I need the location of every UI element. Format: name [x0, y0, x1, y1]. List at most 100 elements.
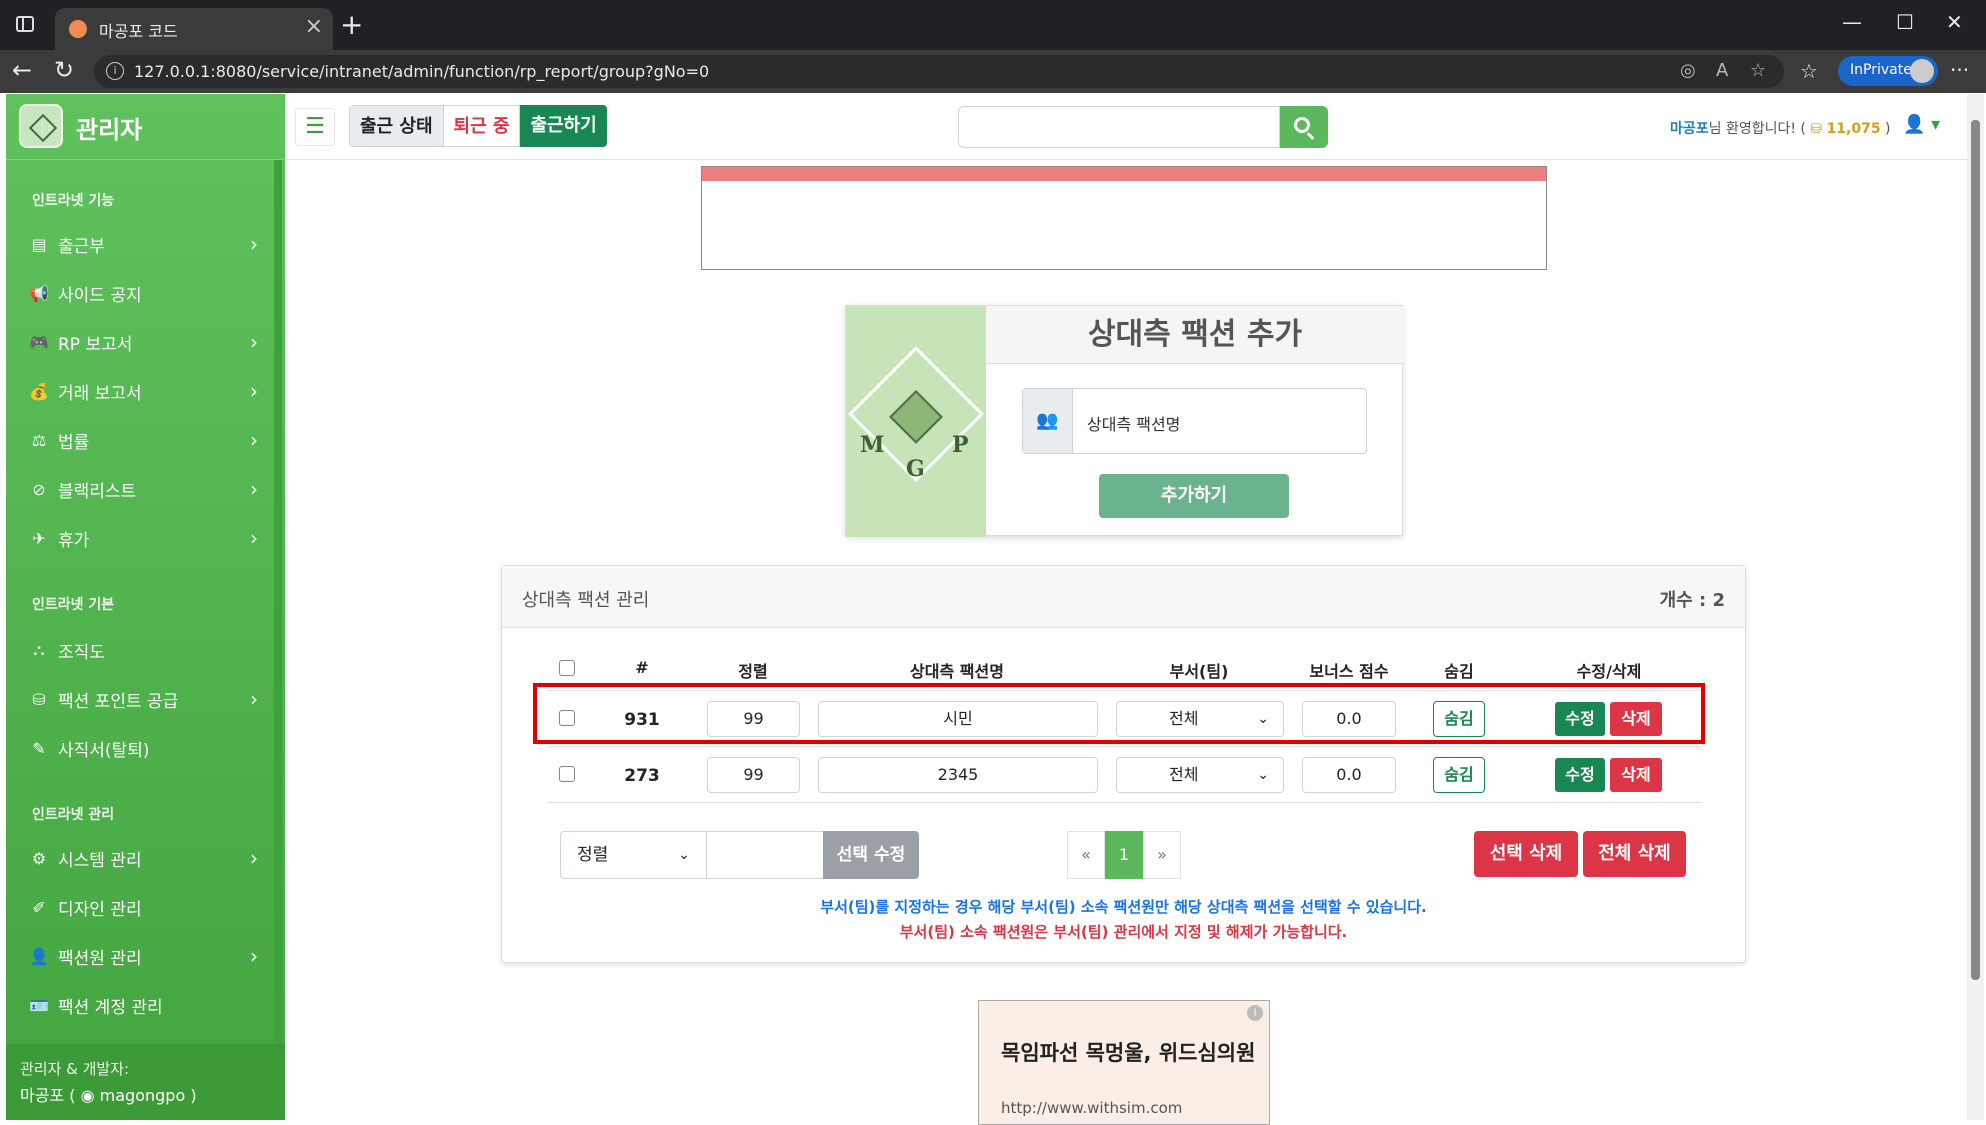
read-aloud-icon[interactable]: A [1716, 60, 1728, 81]
address-bar: ← ↻ i 127.0.0.1:8080/service/intranet/ad… [0, 50, 1986, 93]
sidebar-item-label: 디자인 관리 [58, 899, 142, 920]
welcome-username[interactable]: 마공포 [1670, 121, 1709, 137]
pagination-page-1[interactable]: 1 [1105, 831, 1143, 879]
sidebar-item-rp-report[interactable]: 🎮 RP 보고서 › [26, 322, 258, 362]
chevron-right-icon: › [250, 379, 258, 403]
search-button[interactable] [1280, 106, 1328, 148]
row-delete-button[interactable]: 삭제 [1610, 758, 1662, 792]
page-scrollbar-thumb[interactable] [1971, 120, 1980, 980]
sidebar-item-label: 블랙리스트 [58, 481, 137, 502]
row-edit-button[interactable]: 수정 [1555, 758, 1605, 792]
welcome-close-paren: ) [1885, 121, 1891, 137]
sidebar-item-side-notice[interactable]: 📢 사이드 공지 [26, 273, 258, 313]
sidebar-item-resignation[interactable]: ✎ 사직서(탈퇴) [26, 728, 258, 768]
sidebar-item-system-admin[interactable]: ⚙ 시스템 관리 › [26, 838, 258, 878]
site-info-icon[interactable]: i [106, 62, 124, 80]
pagination-prev[interactable]: « [1067, 831, 1105, 879]
ad-headline: 목임파선 목멍울, 위드심의원 [1001, 1041, 1256, 1065]
row-sort-input[interactable]: 99 [707, 757, 800, 793]
faction-name-field[interactable]: 👥 상대측 팩션명 [1022, 388, 1367, 454]
brand-title: 관리자 [76, 116, 143, 144]
sidebar-item-blacklist[interactable]: ⊘ 블랙리스트 › [26, 469, 258, 509]
new-tab-button[interactable]: + [340, 8, 363, 41]
brush-icon: ✐ [32, 897, 46, 917]
more-menu-icon[interactable]: ··· [1950, 58, 1969, 82]
sidebar-item-vacation[interactable]: ✈ 휴가 › [26, 518, 258, 558]
tracking-icon[interactable]: ◎ [1680, 60, 1696, 81]
chevron-down-icon: ⌄ [1257, 767, 1269, 783]
delete-all-button[interactable]: 전체 삭제 [1583, 831, 1686, 877]
checkin-button[interactable]: 출근하기 [520, 105, 607, 147]
sidebar-item-label: 팩션 포인트 공급 [58, 691, 179, 712]
sidebar-item-label: 조직도 [58, 642, 105, 663]
sidebar-item-attendance[interactable]: ▤ 출근부 › [26, 224, 258, 264]
welcome-text: 님 환영합니다! ( [1708, 121, 1806, 137]
users-icon: 👥 [1023, 389, 1073, 453]
sidebar-item-faction-points[interactable]: ⛁ 팩션 포인트 공급 › [26, 679, 258, 719]
sidebar-item-design-admin[interactable]: ✐ 디자인 관리 [26, 887, 258, 927]
chevron-down-icon: ⌄ [678, 847, 690, 863]
sidebar-item-account-admin[interactable]: 🪪 팩션 계정 관리 [26, 985, 258, 1025]
row-checkbox[interactable] [559, 766, 575, 782]
column-header-dept: 부서(팀) [1169, 662, 1229, 681]
points-value: 11,075 [1826, 121, 1881, 137]
sidebar-item-label: 팩션원 관리 [58, 948, 142, 969]
coins-icon: ⛁ [32, 689, 46, 709]
user-dropdown-icon[interactable]: 👤 ▾ [1903, 114, 1940, 135]
sidebar-item-member-admin[interactable]: 👤 팩션원 관리 › [26, 936, 258, 976]
tab-close-icon[interactable]: × [305, 14, 323, 39]
ad-url: http://www.withsim.com [1001, 1099, 1183, 1117]
row-dept-value: 전체 [1169, 765, 1199, 784]
bottom-ad-banner[interactable]: i 목임파선 목멍울, 위드심의원 http://www.withsim.com [978, 1000, 1270, 1125]
pagination-next[interactable]: » [1143, 831, 1181, 879]
favorite-star-icon[interactable]: ☆ [1750, 60, 1766, 81]
favorites-icon[interactable]: ☆ [1800, 59, 1818, 83]
bulk-sort-select[interactable]: 정렬 ⌄ [560, 831, 707, 879]
sidebar-item-label: 시스템 관리 [58, 850, 142, 871]
url-field[interactable]: i 127.0.0.1:8080/service/intranet/admin/… [94, 55, 1784, 88]
inprivate-badge[interactable]: InPrivate [1838, 56, 1938, 86]
sidebar-brand[interactable]: 관리자 [6, 94, 285, 160]
selected-edit-button[interactable]: 선택 수정 [823, 831, 919, 879]
select-all-checkbox[interactable] [559, 660, 575, 676]
favicon-icon [69, 20, 87, 38]
sidebar-scrollbar[interactable] [274, 160, 282, 1046]
row-bonus-input[interactable]: 0.0 [1302, 757, 1396, 793]
megaphone-icon: 📢 [29, 283, 49, 303]
minimize-button[interactable]: — [1842, 10, 1862, 34]
sidebar-item-label: 휴가 [58, 530, 90, 551]
dept-warning-note: 부서(팀) 소속 팩션원은 부서(팀) 관리에서 지정 및 해제가 가능합니다. [899, 923, 1348, 941]
column-header-sort: 정렬 [738, 662, 768, 681]
hamburger-menu-icon[interactable]: ☰ [295, 108, 335, 146]
sitemap-icon: ⛬ [33, 640, 45, 659]
pagination: « 1 » [1067, 831, 1181, 879]
maximize-button[interactable]: ☐ [1896, 10, 1914, 34]
reload-button[interactable]: ↻ [54, 56, 74, 84]
add-faction-button[interactable]: 추가하기 [1099, 474, 1289, 518]
row-faction-name-input[interactable]: 2345 [818, 757, 1098, 793]
row-hide-button[interactable]: 숨김 [1433, 757, 1485, 793]
sidebar-item-law[interactable]: ⚖ 법률 › [26, 420, 258, 460]
dept-info-note: 부서(팀)를 지정하는 경우 해당 부서(팀) 소속 팩션원만 해당 상대측 팩… [820, 898, 1427, 916]
column-header-bonus: 보너스 점수 [1309, 662, 1389, 681]
inprivate-label: InPrivate [1850, 62, 1912, 78]
sidebar-item-trade-report[interactable]: 💰 거래 보고서 › [26, 371, 258, 411]
page-scrollbar[interactable] [1967, 94, 1984, 1120]
ad-info-icon[interactable]: i [1247, 1005, 1263, 1021]
chevron-right-icon: › [250, 428, 258, 452]
top-ad-banner[interactable] [701, 166, 1547, 270]
gear-icon: ⚙ [31, 848, 47, 868]
window-close-button[interactable]: ✕ [1946, 10, 1963, 34]
delete-selected-button[interactable]: 선택 삭제 [1474, 831, 1578, 877]
back-button[interactable]: ← [12, 56, 32, 84]
row-dept-select[interactable]: 전체 ⌄ [1116, 757, 1284, 793]
sidebar-toggle-icon[interactable] [16, 16, 34, 32]
column-header-faction-name: 상대측 팩션명 [910, 662, 1004, 681]
browser-tab[interactable]: 마공포 코드 × [55, 8, 333, 50]
developer-name-text: 마공포 ( [20, 1086, 76, 1105]
section-intranet-basic: 인트라넷 기본 [32, 597, 115, 613]
search-input[interactable] [958, 106, 1280, 148]
bulk-sort-input[interactable] [706, 831, 824, 879]
sidebar-item-org-chart[interactable]: ⛬ 조직도 [26, 630, 258, 670]
row-id: 273 [624, 766, 660, 786]
